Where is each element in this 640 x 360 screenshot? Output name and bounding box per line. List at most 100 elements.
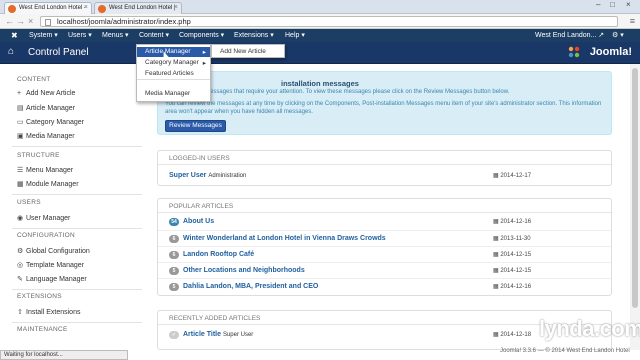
- browser-tab-inactive[interactable]: West End London Hotel | ×: [94, 2, 182, 14]
- joomla-favicon-icon: [98, 5, 106, 13]
- divider: [12, 228, 142, 229]
- alert-text: ost-installation messages that require y…: [165, 89, 510, 95]
- scrollbar[interactable]: [630, 64, 640, 350]
- page-icon: [45, 19, 51, 26]
- home-icon: ⌂: [8, 46, 15, 57]
- article-link[interactable]: 6 Landon Rooftop Café: [169, 251, 254, 259]
- menu-users[interactable]: Users ▾: [68, 31, 92, 39]
- folder-icon: ▭: [17, 119, 24, 126]
- menu-item-article-manager[interactable]: Article Manager ▸: [137, 47, 210, 57]
- close-tab-icon[interactable]: ×: [84, 4, 88, 11]
- divider: [12, 146, 142, 147]
- logged-user-link[interactable]: Super User Administration: [169, 172, 246, 179]
- plus-icon: +: [17, 90, 22, 97]
- logged-in-users-panel: LOGGED-IN USERS Super User Administratio…: [157, 150, 612, 186]
- admin-top-menu: ✖ System ▾ Users ▾ Menus ▾ Content ▾ Com…: [0, 29, 640, 42]
- article-link[interactable]: 6 Winter Wonderland at London Hotel in Vi…: [169, 235, 386, 243]
- sidebar-item-category-manager[interactable]: ▭ Category Manager: [17, 118, 84, 126]
- sidebar-heading-users: USERS: [17, 199, 41, 206]
- comment-icon: ✎: [17, 276, 23, 283]
- article-link[interactable]: 5 Dahlia Landon, MBA, President and CEO: [169, 283, 318, 291]
- close-window-icon[interactable]: ×: [626, 0, 631, 9]
- joomla-menu-icon[interactable]: ✖: [11, 31, 18, 40]
- page-header: ⌂ Control Panel Joomla!: [0, 42, 640, 64]
- upload-icon: ⇧: [17, 309, 23, 316]
- article-link[interactable]: ✓ Article Title Super User: [169, 331, 253, 339]
- alert-detail: You can review the messages at any time …: [165, 101, 602, 115]
- site-link[interactable]: West End Landon... ↗: [535, 31, 604, 39]
- sidebar-item-template-manager[interactable]: ◎ Template Manager: [17, 261, 84, 269]
- sidebar-item-install-extensions[interactable]: ⇧ Install Extensions: [17, 308, 80, 316]
- gear-icon: ⚙: [17, 248, 24, 255]
- row-date: ▦ 2014-12-18: [493, 332, 532, 338]
- sidebar-heading-configuration: CONFIGURATION: [17, 232, 75, 239]
- forward-icon[interactable]: →: [16, 16, 25, 26]
- table-row: Super User Administration ▦ 2014-12-17: [158, 168, 611, 184]
- row-date: ▦ 2014-12-16: [493, 284, 532, 290]
- lynda-watermark: lynda.com: [539, 316, 640, 341]
- sidebar-item-add-new-article[interactable]: + Add New Article: [17, 90, 75, 97]
- divider: [12, 194, 142, 195]
- sidebar-heading-content: CONTENT: [17, 76, 51, 83]
- table-row: 6 Winter Wonderland at London Hotel in Vi…: [158, 230, 611, 246]
- divider: [12, 289, 142, 290]
- minimize-icon[interactable]: –: [596, 0, 600, 9]
- tab-label: West End London Hotel |: [109, 5, 176, 11]
- row-date: ▦ 2014-12-16: [493, 219, 532, 225]
- browser-tab-bar: West End London Hotel - × West End Londo…: [0, 0, 640, 14]
- browser-menu-icon[interactable]: ≡: [630, 16, 635, 26]
- user-gear-icon[interactable]: ⚙ ▾: [612, 31, 624, 39]
- page-title: Control Panel: [28, 47, 89, 58]
- panel-heading: POPULAR ARTICLES: [158, 199, 611, 213]
- sidebar-heading-structure: STRUCTURE: [17, 152, 60, 159]
- sidebar-item-article-manager[interactable]: ▤ Article Manager: [17, 104, 75, 112]
- menu-item-media-manager[interactable]: Media Manager: [137, 89, 210, 99]
- url-input[interactable]: localhost/joomla/administrator/index.php: [40, 16, 618, 27]
- review-messages-button[interactable]: Review Messages: [165, 120, 226, 132]
- sidebar-item-global-configuration[interactable]: ⚙ Global Configuration: [17, 247, 90, 255]
- content-dropdown-menu: Article Manager ▸ Category Manager ▸ Featu…: [136, 44, 211, 102]
- file-icon: ▤: [17, 105, 24, 112]
- browser-tab-active[interactable]: West End London Hotel - ×: [4, 2, 92, 14]
- menu-help[interactable]: Help ▾: [285, 31, 305, 39]
- scrollbar-thumb[interactable]: [632, 68, 638, 308]
- table-row: 54 About Us ▦ 2014-12-16: [158, 214, 611, 230]
- url-text: localhost/joomla/administrator/index.php: [57, 17, 191, 26]
- eye-icon: ◎: [17, 262, 24, 269]
- menu-item-featured-articles[interactable]: Featured Articles: [137, 69, 210, 79]
- divider: [12, 322, 142, 323]
- row-date: ▦ 2014-12-15: [493, 252, 532, 258]
- sidebar-item-media-manager[interactable]: ▣ Media Manager: [17, 132, 75, 140]
- chevron-right-icon: ▸: [202, 60, 206, 67]
- close-tab-icon[interactable]: ×: [174, 4, 178, 11]
- menu-item-category-manager[interactable]: Category Manager ▸: [137, 58, 210, 68]
- stop-icon[interactable]: ×: [28, 16, 33, 26]
- address-bar-row: ← → × localhost/joomla/administrator/ind…: [0, 14, 640, 29]
- joomla-favicon-icon: [8, 5, 16, 13]
- sidebar-item-module-manager[interactable]: ▦ Module Manager: [17, 180, 79, 188]
- sidebar-heading-maintenance: MAINTENANCE: [17, 326, 68, 333]
- sidebar-item-user-manager[interactable]: ◉ User Manager: [17, 214, 70, 222]
- article-link[interactable]: 54 About Us: [169, 218, 214, 226]
- menu-system[interactable]: System ▾: [29, 31, 58, 39]
- menu-extensions[interactable]: Extensions ▾: [234, 31, 274, 39]
- back-icon[interactable]: ←: [5, 16, 14, 26]
- user-icon: ◉: [17, 215, 24, 222]
- menu-content[interactable]: Content ▾: [139, 31, 169, 39]
- sidebar-item-menu-manager[interactable]: ☰ Menu Manager: [17, 166, 73, 174]
- chevron-right-icon: ▸: [202, 49, 206, 56]
- joomla-logo-text: Joomla!: [589, 46, 632, 58]
- sidebar-item-language-manager[interactable]: ✎ Language Manager: [17, 275, 87, 283]
- table-row: 5 Dahlia Landon, MBA, President and CEO ▦…: [158, 278, 611, 294]
- footer-text: Joomla! 3.3.6 — © 2014 West End Landon H…: [500, 348, 630, 354]
- menu-menus[interactable]: Menus ▾: [102, 31, 128, 39]
- menu-components[interactable]: Components ▾: [179, 31, 224, 39]
- sidebar-heading-extensions: EXTENSIONS: [17, 293, 62, 300]
- list-icon: ☰: [17, 167, 24, 174]
- maximize-icon[interactable]: □: [610, 0, 615, 9]
- submenu-add-new-article[interactable]: Add New Article: [211, 44, 285, 58]
- article-link[interactable]: 5 Other Locations and Neighborhoods: [169, 267, 305, 275]
- image-icon: ▣: [17, 133, 24, 140]
- cube-icon: ▦: [17, 181, 24, 188]
- tab-label: West End London Hotel -: [19, 5, 86, 11]
